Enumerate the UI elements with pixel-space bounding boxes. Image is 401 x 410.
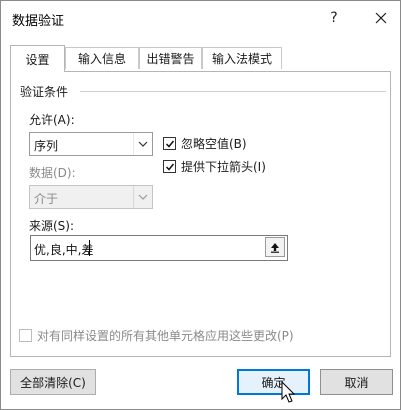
collapse-dialog-button[interactable]	[265, 237, 285, 257]
allow-select[interactable]: 序列	[29, 132, 153, 156]
ignore-blank-label: 忽略空值(B)	[181, 137, 247, 151]
cancel-button[interactable]: 取消	[320, 369, 393, 395]
text-caret	[89, 240, 90, 256]
apply-all-checkbox[interactable]	[19, 329, 32, 342]
tab-input-message[interactable]: 输入信息	[65, 47, 139, 69]
checkmark-icon	[165, 140, 174, 148]
validation-criteria-label: 验证条件	[20, 85, 69, 99]
ignore-blank-checkbox[interactable]	[163, 137, 176, 150]
source-input[interactable]: 优,良,中,差	[30, 235, 288, 261]
allow-select-value: 序列	[34, 139, 59, 153]
collapse-arrow-icon	[271, 242, 279, 253]
apply-all-checkbox-row[interactable]: 对有同样设置的所有其他单元格应用这些更改(P)	[19, 327, 294, 344]
tab-ime-mode[interactable]: 输入法模式	[202, 47, 282, 69]
in-cell-dropdown-checkbox-row[interactable]: 提供下拉箭头(I)	[163, 158, 266, 175]
data-select[interactable]: 介于	[29, 185, 153, 209]
chevron-down-icon	[133, 133, 152, 155]
in-cell-dropdown-label: 提供下拉箭头(I)	[181, 160, 266, 174]
chevron-down-icon	[133, 186, 152, 208]
in-cell-dropdown-checkbox[interactable]	[163, 160, 176, 173]
data-select-value: 介于	[34, 192, 59, 206]
dialog-title: 数据验证	[12, 14, 65, 29]
ignore-blank-checkbox-row[interactable]: 忽略空值(B)	[163, 135, 247, 152]
help-button[interactable]: ?	[321, 6, 347, 30]
ok-button[interactable]: 确定	[237, 369, 310, 395]
checkmark-icon	[165, 163, 174, 171]
tab-strip: 设置 输入信息 出错警告 输入法模式	[10, 45, 392, 72]
tab-settings[interactable]: 设置	[10, 45, 65, 72]
data-validation-dialog: 数据验证 ? 设置 输入信息 出错警告 输入法模式 验证条件 允许(A): 序列…	[0, 0, 401, 410]
title-bar: 数据验证 ?	[1, 1, 400, 37]
close-icon	[375, 12, 387, 24]
source-label: 来源(S):	[29, 219, 75, 233]
allow-label: 允许(A):	[29, 113, 75, 127]
apply-all-label: 对有同样设置的所有其他单元格应用这些更改(P)	[37, 329, 294, 343]
close-button[interactable]	[368, 6, 394, 30]
clear-all-button[interactable]: 全部清除(C)	[10, 369, 96, 395]
group-divider	[80, 91, 386, 92]
tab-error-alert[interactable]: 出错警告	[139, 47, 202, 69]
source-input-value: 优,良,中,差	[34, 243, 94, 257]
data-label: 数据(D):	[29, 166, 76, 180]
